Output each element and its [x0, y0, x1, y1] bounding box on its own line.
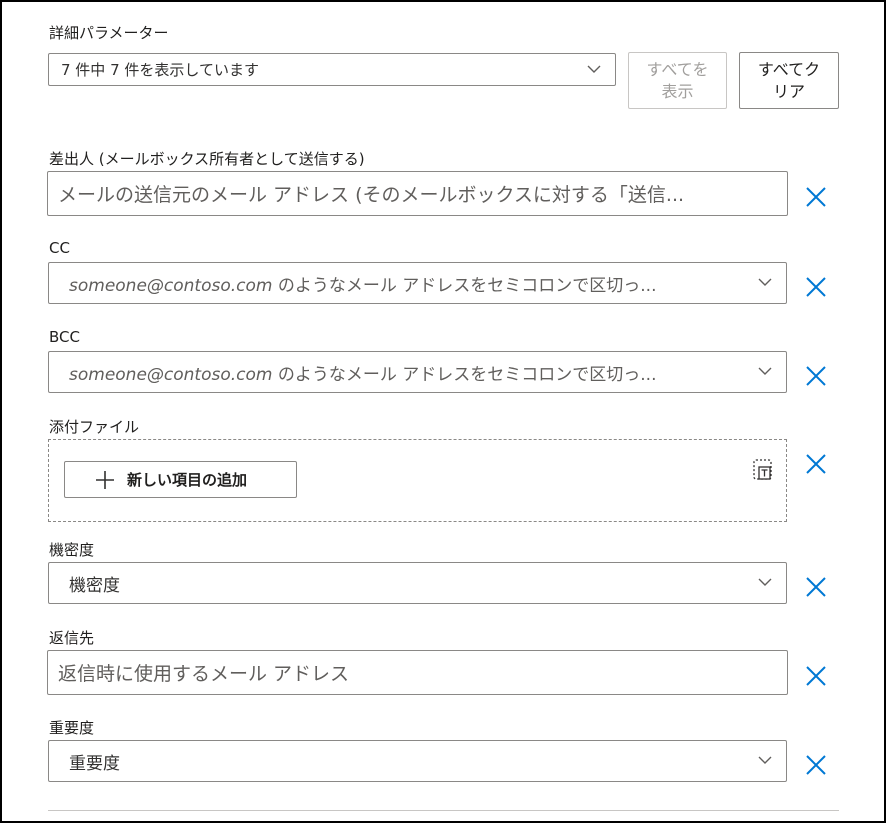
- close-icon[interactable]: [805, 276, 827, 298]
- sensitivity-label: 機密度: [49, 541, 95, 559]
- close-icon[interactable]: [805, 665, 827, 687]
- cc-placeholder-text: のようなメール アドレスをセミコロンで区切っ...: [272, 275, 657, 296]
- add-new-item-button[interactable]: 新しい項目の追加: [64, 461, 297, 498]
- reply-to-placeholder: 返信時に使用するメール アドレス: [58, 663, 350, 685]
- dynamic-content-icon[interactable]: [752, 458, 774, 482]
- close-icon[interactable]: [805, 365, 827, 387]
- chevron-down-icon: [758, 578, 772, 586]
- importance-label: 重要度: [49, 719, 95, 737]
- cc-input[interactable]: someone@contoso.com のようなメール アドレスをセミコロンで区…: [48, 262, 787, 304]
- close-icon[interactable]: [805, 576, 827, 598]
- close-icon[interactable]: [805, 186, 827, 208]
- section-title: 詳細パラメーター: [49, 24, 169, 42]
- close-icon[interactable]: [805, 754, 827, 776]
- importance-value: 重要度: [69, 753, 120, 774]
- sensitivity-dropdown[interactable]: 機密度: [48, 562, 787, 604]
- bcc-placeholder-email: someone@contoso.com: [69, 364, 273, 385]
- chevron-down-icon: [587, 65, 601, 73]
- plus-icon: [96, 470, 114, 489]
- reply-to-label: 返信先: [49, 629, 95, 647]
- from-label: 差出人 (メールボックス所有者として送信する): [49, 150, 365, 168]
- cc-placeholder-email: someone@contoso.com: [69, 275, 273, 296]
- bcc-label: BCC: [49, 328, 80, 346]
- from-placeholder: メールの送信元のメール アドレス (そのメールボックスに対する「送信...: [58, 184, 685, 206]
- from-input[interactable]: メールの送信元のメール アドレス (そのメールボックスに対する「送信...: [47, 171, 788, 216]
- chevron-down-icon: [758, 756, 772, 764]
- parameter-filter-value: 7 件中 7 件を表示しています: [61, 61, 259, 79]
- bottom-divider: [48, 810, 839, 811]
- sensitivity-value: 機密度: [69, 575, 120, 596]
- reply-to-input[interactable]: 返信時に使用するメール アドレス: [47, 650, 788, 695]
- attachments-label: 添付ファイル: [49, 418, 140, 436]
- cc-placeholder: someone@contoso.com のようなメール アドレスをセミコロンで区…: [69, 271, 657, 296]
- bcc-placeholder-text: のようなメール アドレスをセミコロンで区切っ...: [272, 364, 657, 385]
- bcc-input[interactable]: someone@contoso.com のようなメール アドレスをセミコロンで区…: [48, 351, 787, 393]
- bcc-placeholder: someone@contoso.com のようなメール アドレスをセミコロンで区…: [69, 360, 657, 385]
- cc-label: CC: [49, 239, 70, 257]
- clear-all-button[interactable]: すべてク リア: [739, 52, 839, 109]
- panel-frame: [0, 0, 886, 823]
- show-all-button[interactable]: すべてを 表示: [628, 52, 727, 109]
- parameter-filter-dropdown[interactable]: 7 件中 7 件を表示しています: [48, 53, 616, 86]
- chevron-down-icon: [758, 367, 772, 375]
- close-icon[interactable]: [805, 453, 827, 475]
- importance-dropdown[interactable]: 重要度: [48, 740, 787, 782]
- add-new-item-label: 新しい項目の追加: [127, 470, 248, 489]
- chevron-down-icon: [758, 278, 772, 286]
